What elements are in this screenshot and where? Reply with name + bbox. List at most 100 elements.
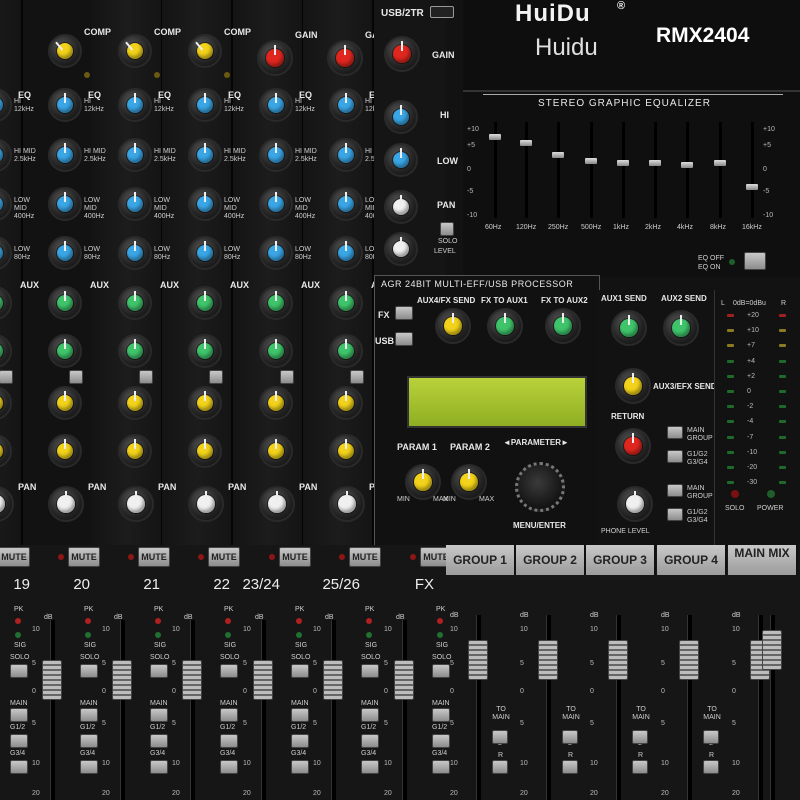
- aux-knob-4[interactable]: [259, 434, 293, 468]
- aux-knob-1[interactable]: [329, 286, 363, 320]
- group-fader-cap[interactable]: [679, 640, 699, 680]
- channel-fader-cap[interactable]: [112, 660, 132, 700]
- eq-knob[interactable]: [329, 187, 363, 221]
- g34-button[interactable]: [80, 760, 98, 774]
- usb-hi-knob[interactable]: [384, 100, 418, 134]
- mute-button[interactable]: MUTE: [279, 547, 311, 567]
- g34-button[interactable]: [220, 760, 238, 774]
- channel-fader-cap[interactable]: [323, 660, 343, 700]
- solo-button[interactable]: [432, 664, 450, 678]
- aux-knob-2[interactable]: [329, 334, 363, 368]
- mute-button[interactable]: MUTE: [208, 547, 240, 567]
- g34-button[interactable]: [291, 760, 309, 774]
- geq-slider-handle[interactable]: [714, 160, 726, 166]
- param1-knob[interactable]: [405, 464, 441, 500]
- to-main-l-button[interactable]: [703, 730, 719, 744]
- return-main-button[interactable]: [667, 426, 683, 439]
- param2-knob[interactable]: [451, 464, 487, 500]
- usb-button[interactable]: [395, 332, 413, 346]
- gain-knob[interactable]: [257, 40, 293, 76]
- aux-knob-3[interactable]: [259, 386, 293, 420]
- pan-knob[interactable]: [48, 486, 84, 522]
- group-fader-cap[interactable]: [538, 640, 558, 680]
- pre-button[interactable]: [69, 370, 83, 384]
- aux-knob-3[interactable]: [329, 386, 363, 420]
- aux2-master-knob[interactable]: [663, 310, 699, 346]
- eq-knob[interactable]: [48, 236, 82, 270]
- aux-knob-1[interactable]: [118, 286, 152, 320]
- g12-button[interactable]: [10, 734, 28, 748]
- mute-button[interactable]: MUTE: [68, 547, 100, 567]
- comp-knob[interactable]: [118, 34, 152, 68]
- pre-button[interactable]: [139, 370, 153, 384]
- solo-button[interactable]: [361, 664, 379, 678]
- group-fader-cap[interactable]: [468, 640, 488, 680]
- geq-slider-handle[interactable]: [617, 160, 629, 166]
- channel-fader-cap[interactable]: [182, 660, 202, 700]
- aux-knob-4[interactable]: [118, 434, 152, 468]
- g12-button[interactable]: [80, 734, 98, 748]
- aux-knob-4[interactable]: [48, 434, 82, 468]
- aux-knob-2[interactable]: [118, 334, 152, 368]
- eq-knob[interactable]: [48, 138, 82, 172]
- g34-button[interactable]: [432, 760, 450, 774]
- aux-knob-4[interactable]: [329, 434, 363, 468]
- phone-main-button[interactable]: [667, 484, 683, 497]
- solo-button[interactable]: [220, 664, 238, 678]
- eq-knob[interactable]: [118, 236, 152, 270]
- eq-knob[interactable]: [48, 187, 82, 221]
- aux-knob-4[interactable]: [188, 434, 222, 468]
- geq-slider-handle[interactable]: [681, 162, 693, 168]
- mute-button[interactable]: MUTE: [0, 547, 30, 567]
- pan-knob[interactable]: [188, 486, 224, 522]
- aux-knob-2[interactable]: [48, 334, 82, 368]
- fx-button[interactable]: [395, 306, 413, 320]
- geq-slider-handle[interactable]: [520, 140, 532, 146]
- usb-gain-knob[interactable]: [384, 36, 420, 72]
- aux-knob-3[interactable]: [118, 386, 152, 420]
- g12-button[interactable]: [432, 734, 450, 748]
- eq-switch[interactable]: [744, 252, 766, 270]
- channel-fader-cap[interactable]: [253, 660, 273, 700]
- to-main-l-button[interactable]: [562, 730, 578, 744]
- geq-slider-handle[interactable]: [649, 160, 661, 166]
- to-main-r-button[interactable]: [703, 760, 719, 774]
- eq-knob[interactable]: [259, 236, 293, 270]
- channel-fader-cap[interactable]: [394, 660, 414, 700]
- to-main-r-button[interactable]: [492, 760, 508, 774]
- main-button[interactable]: [10, 708, 28, 722]
- aux-knob-1[interactable]: [188, 286, 222, 320]
- g34-button[interactable]: [150, 760, 168, 774]
- group-fader-cap[interactable]: [608, 640, 628, 680]
- geq-slider-handle[interactable]: [552, 152, 564, 158]
- eq-knob[interactable]: [118, 88, 152, 122]
- eq-knob[interactable]: [118, 187, 152, 221]
- eq-knob[interactable]: [188, 187, 222, 221]
- mute-button[interactable]: MUTE: [138, 547, 170, 567]
- return-g12-button[interactable]: [667, 450, 683, 463]
- eq-knob[interactable]: [188, 236, 222, 270]
- eq-knob[interactable]: [259, 187, 293, 221]
- aux3-master-knob[interactable]: [615, 368, 651, 404]
- aux1-master-knob[interactable]: [611, 310, 647, 346]
- fx-aux2-knob[interactable]: [545, 308, 581, 344]
- channel-fader-cap[interactable]: [42, 660, 62, 700]
- phone-level-knob[interactable]: [617, 486, 653, 522]
- gain-knob[interactable]: [327, 40, 363, 76]
- eq-knob[interactable]: [259, 138, 293, 172]
- g12-button[interactable]: [361, 734, 379, 748]
- usb-low-knob[interactable]: [384, 143, 418, 177]
- pre-button[interactable]: [350, 370, 364, 384]
- eq-knob[interactable]: [118, 138, 152, 172]
- main-button[interactable]: [361, 708, 379, 722]
- g12-button[interactable]: [220, 734, 238, 748]
- g12-button[interactable]: [150, 734, 168, 748]
- to-main-l-button[interactable]: [492, 730, 508, 744]
- phone-g12-button[interactable]: [667, 508, 683, 521]
- to-main-r-button[interactable]: [562, 760, 578, 774]
- main-button[interactable]: [291, 708, 309, 722]
- pre-button[interactable]: [0, 370, 13, 384]
- eq-knob[interactable]: [329, 88, 363, 122]
- eq-knob[interactable]: [329, 138, 363, 172]
- parameter-encoder[interactable]: [515, 462, 565, 512]
